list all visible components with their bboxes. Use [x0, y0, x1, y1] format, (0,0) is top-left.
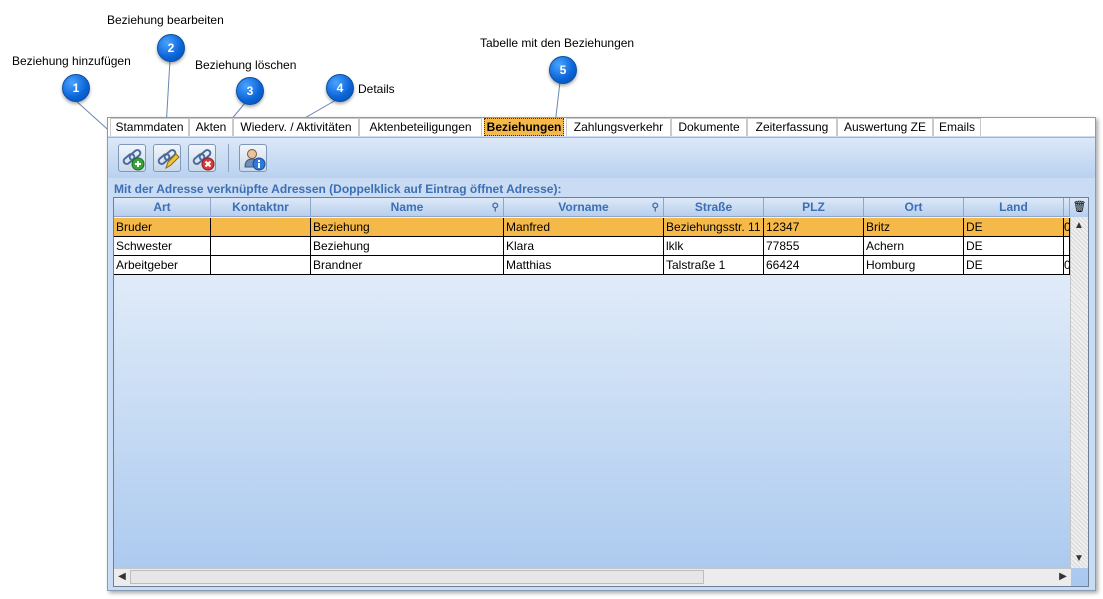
tab-auswertung-ze[interactable]: Auswertung ZE — [837, 118, 933, 136]
table-header: Art Kontaktnr Name ⚲ Vorname ⚲ Straße PL… — [114, 198, 1088, 217]
cell-ort: Britz — [864, 218, 964, 237]
column-header-extra — [1064, 198, 1070, 217]
cell-kontaktnr — [211, 237, 311, 256]
tab-zahlungsverkehr[interactable]: Zahlungsverkehr — [566, 118, 671, 136]
cell-ort: Achern — [864, 237, 964, 256]
tab-beziehungen[interactable]: Beziehungen — [484, 118, 564, 136]
add-relation-button[interactable] — [118, 144, 146, 172]
cell-strasse: Talstraße 1 — [664, 256, 764, 275]
horizontal-scrollbar[interactable]: ◀ ▶ — [114, 568, 1071, 586]
callout-label-1: Beziehung hinzufügen — [12, 54, 131, 68]
cell-kontaktnr — [211, 218, 311, 237]
search-key-icon: ⚲ — [491, 202, 499, 213]
callout-badge-4: 4 — [326, 74, 354, 102]
callout-label-4: Details — [358, 82, 395, 96]
table-row[interactable]: Schwester Beziehung Klara lklk 77855 Ach… — [114, 237, 1070, 256]
column-chooser-icon[interactable]: 🗑 — [1071, 198, 1088, 217]
cell-strasse: lklk — [664, 237, 764, 256]
column-header-kontaktnr[interactable]: Kontaktnr — [211, 198, 311, 217]
toolbar — [108, 137, 1095, 178]
tab-stammdaten[interactable]: Stammdaten — [110, 118, 189, 136]
scroll-down-arrow-icon[interactable]: ▼ — [1071, 552, 1087, 566]
cell-land: DE — [964, 256, 1064, 275]
callout-badge-2: 2 — [157, 34, 185, 62]
link-delete-icon — [192, 149, 215, 171]
relations-table: Art Kontaktnr Name ⚲ Vorname ⚲ Straße PL… — [113, 197, 1089, 587]
tab-akten[interactable]: Akten — [189, 118, 233, 136]
cell-art: Schwester — [114, 237, 211, 256]
column-header-art[interactable]: Art — [114, 198, 211, 217]
column-header-strasse[interactable]: Straße — [664, 198, 764, 217]
horizontal-scroll-thumb[interactable] — [130, 570, 704, 584]
column-header-ort[interactable]: Ort — [864, 198, 964, 217]
cell-plz: 66424 — [764, 256, 864, 275]
tab-aktenbeteiligungen[interactable]: Aktenbeteiligungen — [359, 118, 482, 136]
callout-label-2: Beziehung bearbeiten — [107, 13, 224, 27]
cell-plz: 12347 — [764, 218, 864, 237]
column-header-plz[interactable]: PLZ — [764, 198, 864, 217]
cell-land: DE — [964, 237, 1064, 256]
tab-emails[interactable]: Emails — [933, 118, 981, 136]
cell-land: DE — [964, 218, 1064, 237]
link-add-icon — [122, 149, 145, 171]
delete-relation-button[interactable] — [188, 144, 216, 172]
search-key-icon: ⚲ — [651, 202, 659, 213]
table-row[interactable]: Bruder Beziehung Manfred Beziehungsstr. … — [114, 218, 1070, 237]
tab-wiedervorlagen[interactable]: Wiederv. / Aktivitäten — [233, 118, 359, 136]
cell-art: Bruder — [114, 218, 211, 237]
column-header-vorname-label: Vorname — [558, 200, 609, 214]
scroll-up-arrow-icon[interactable]: ▲ — [1071, 219, 1087, 233]
cell-plz: 77855 — [764, 237, 864, 256]
cell-ort: Homburg — [864, 256, 964, 275]
cell-strasse: Beziehungsstr. 11 — [664, 218, 764, 237]
toolbar-separator — [228, 144, 229, 172]
column-header-land[interactable]: Land — [964, 198, 1064, 217]
scroll-right-arrow-icon[interactable]: ▶ — [1055, 570, 1071, 584]
scroll-left-arrow-icon[interactable]: ◀ — [114, 570, 130, 584]
callout-label-5: Tabelle mit den Beziehungen — [480, 36, 635, 50]
grid-caption: Mit der Adresse verknüpfte Adressen (Dop… — [114, 182, 562, 196]
callout-badge-3: 3 — [236, 77, 264, 105]
link-edit-icon — [157, 149, 180, 170]
relations-window: Stammdaten Akten Wiederv. / Aktivitäten … — [107, 117, 1096, 591]
edit-relation-button[interactable] — [153, 144, 181, 172]
cell-vorname: Manfred — [504, 218, 664, 237]
person-info-icon — [244, 149, 266, 171]
tab-zeiterfassung[interactable]: Zeiterfassung — [747, 118, 837, 136]
cell-art: Arbeitgeber — [114, 256, 211, 275]
vertical-scrollbar[interactable]: ▲ ▼ — [1070, 217, 1088, 568]
cell-name: Beziehung — [311, 218, 504, 237]
cell-kontaktnr — [211, 256, 311, 275]
cell-vorname: Matthias — [504, 256, 664, 275]
cell-vorname: Klara — [504, 237, 664, 256]
tab-bar: Stammdaten Akten Wiederv. / Aktivitäten … — [108, 118, 1095, 136]
callout-badge-1: 1 — [62, 74, 90, 102]
details-button[interactable] — [239, 144, 267, 172]
tab-dokumente[interactable]: Dokumente — [671, 118, 747, 136]
callout-badge-5: 5 — [549, 56, 577, 84]
cell-name: Beziehung — [311, 237, 504, 256]
column-header-name-label: Name — [390, 200, 424, 214]
table-row[interactable]: Arbeitgeber Brandner Matthias Talstraße … — [114, 256, 1070, 275]
cell-name: Brandner — [311, 256, 504, 275]
column-header-vorname[interactable]: Vorname ⚲ — [504, 198, 664, 217]
column-header-name[interactable]: Name ⚲ — [311, 198, 504, 217]
callout-label-3: Beziehung löschen — [195, 58, 297, 72]
